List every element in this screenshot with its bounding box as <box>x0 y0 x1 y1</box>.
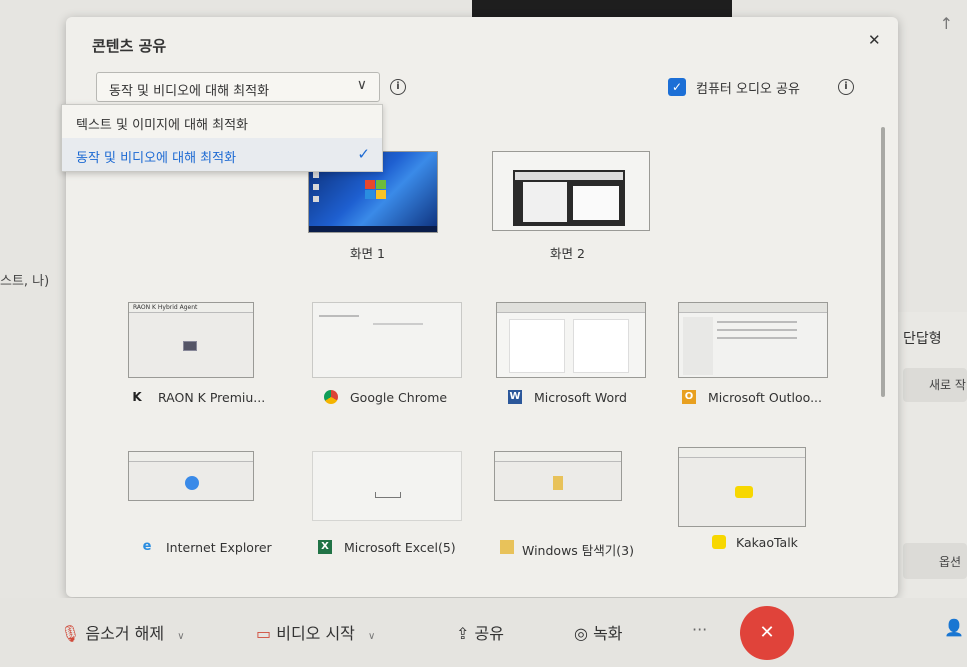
background-right-label: 단답형 <box>903 331 942 347</box>
scrollbar[interactable] <box>881 127 885 397</box>
app-tile-outlook[interactable]: O Microsoft Outloo... <box>678 302 858 412</box>
app-thumbnail <box>494 451 622 501</box>
app-thumbnail <box>128 451 254 501</box>
app-tile-word[interactable]: W Microsoft Word <box>496 302 656 412</box>
app-thumbnail <box>496 302 646 378</box>
record-button[interactable]: ◎ 녹화 <box>574 620 623 644</box>
app-label: Google Chrome <box>350 390 448 405</box>
unmute-label: 음소거 해제 <box>85 624 165 643</box>
app-tile-chrome[interactable]: Google Chrome <box>312 302 482 412</box>
background-option-button[interactable]: 옵션 <box>903 543 967 579</box>
ie-icon: e <box>142 539 152 554</box>
menu-item-label: 텍스트 및 이미지에 대해 최적화 <box>76 118 249 133</box>
audio-info-icon[interactable]: i <box>838 79 854 95</box>
share-label: 공유 <box>474 624 504 643</box>
excel-icon: X <box>318 540 332 554</box>
mic-muted-icon: 🎙 <box>60 624 81 643</box>
share-icon: ⇪ <box>456 624 470 643</box>
app-tile-explorer[interactable]: Windows 탐색기(3) <box>494 451 664 561</box>
record-label: 녹화 <box>593 624 623 643</box>
share-button[interactable]: ⇪ 공유 <box>456 620 504 644</box>
raon-k-icon: K <box>132 390 142 404</box>
app-label: Microsoft Outloo... <box>708 390 822 405</box>
chrome-icon <box>324 390 338 404</box>
chevron-down-icon: ∨ <box>356 77 367 93</box>
background-new-button[interactable]: 새로 작 <box>903 368 967 402</box>
app-label: Microsoft Word <box>534 390 627 405</box>
meeting-toolbar: 🎙 음소거 해제 ∨ ▭ 비디오 시작 ∨ ⇪ 공유 ◎ 녹화 ··· ✕ 👤 <box>0 598 967 667</box>
folder-icon <box>500 540 514 554</box>
app-tile-excel[interactable]: X Microsoft Excel(5) <box>312 451 482 561</box>
background-video-area <box>472 0 732 18</box>
info-icon[interactable]: i <box>390 79 406 95</box>
raon-thumb-title: RAON K Hybrid Agent <box>133 304 198 311</box>
unmute-button[interactable]: 🎙 음소거 해제 ∨ <box>60 620 185 644</box>
app-tile-kakaotalk[interactable]: KakaoTalk <box>678 447 848 557</box>
app-thumbnail <box>312 302 462 378</box>
outlook-icon: O <box>682 390 696 404</box>
more-button[interactable]: ··· <box>692 620 707 639</box>
menu-item-text-images[interactable]: 텍스트 및 이미지에 대해 최적화 <box>62 105 382 138</box>
screen-thumbnail <box>492 151 650 231</box>
share-audio-label: 컴퓨터 오디오 공유 <box>696 82 800 97</box>
menu-item-motion-video[interactable]: 동작 및 비디오에 대해 최적화 ✓ <box>62 138 382 171</box>
start-video-label: 비디오 시작 <box>276 624 355 643</box>
up-arrow-icon: ↑ <box>939 14 953 33</box>
app-label: Microsoft Excel(5) <box>344 540 456 555</box>
app-thumbnail <box>678 447 806 527</box>
optimize-select[interactable]: 동작 및 비디오에 대해 최적화 ∨ <box>96 72 380 102</box>
checkmark-icon: ✓ <box>357 145 370 163</box>
chevron-down-icon[interactable]: ∨ <box>368 631 375 642</box>
end-call-button[interactable]: ✕ <box>740 606 794 660</box>
optimize-select-value: 동작 및 비디오에 대해 최적화 <box>109 84 270 99</box>
app-thumbnail <box>312 451 462 521</box>
word-icon: W <box>508 390 522 404</box>
record-icon: ◎ <box>574 624 588 643</box>
app-label: KakaoTalk <box>736 535 798 550</box>
screen-1-label: 화면 1 <box>350 246 385 261</box>
video-off-icon: ▭ <box>256 624 272 643</box>
background-left-text: 스트, 나) <box>0 274 50 289</box>
share-audio-checkbox[interactable]: ✓ <box>668 78 686 96</box>
optimize-dropdown-menu: 텍스트 및 이미지에 대해 최적화 동작 및 비디오에 대해 최적화 ✓ <box>61 104 383 172</box>
screen-tile-2[interactable]: 화면 2 <box>492 151 652 261</box>
dialog-title: 콘텐츠 공유 <box>92 37 167 55</box>
close-icon[interactable]: ✕ <box>868 31 881 49</box>
chevron-down-icon[interactable]: ∨ <box>177 631 184 642</box>
app-tile-ie[interactable]: e Internet Explorer <box>128 451 298 561</box>
screen-2-label: 화면 2 <box>550 246 585 261</box>
app-tile-raon[interactable]: RAON K Hybrid Agent K RAON K Premiu... <box>128 302 288 412</box>
participants-icon[interactable]: 👤 <box>944 618 964 637</box>
app-thumbnail: RAON K Hybrid Agent <box>128 302 254 378</box>
app-label: Internet Explorer <box>166 540 272 555</box>
app-label: RAON K Premiu... <box>158 390 266 405</box>
start-video-button[interactable]: ▭ 비디오 시작 ∨ <box>256 620 375 644</box>
app-thumbnail <box>678 302 828 378</box>
kakaotalk-icon <box>712 535 726 549</box>
menu-item-label: 동작 및 비디오에 대해 최적화 <box>76 151 237 166</box>
app-label: Windows 탐색기(3) <box>522 543 634 558</box>
